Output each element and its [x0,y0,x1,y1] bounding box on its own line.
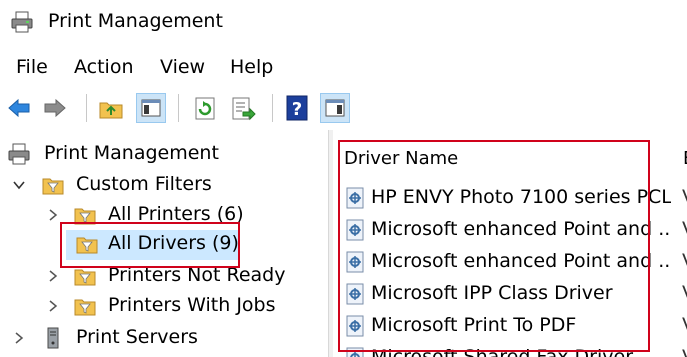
chevron-right-icon[interactable] [12,331,26,345]
show-hide-action-pane-icon [325,99,345,117]
column-header-next[interactable]: E [683,148,687,169]
next-column-cell: V [682,186,687,208]
driver-icon [346,315,364,337]
tree-item-printers-not-ready[interactable]: Printers Not Ready [0,262,325,292]
chevron-right-icon[interactable] [46,208,60,222]
refresh-button[interactable] [190,93,220,123]
list-item[interactable]: Microsoft Shared Fax Driver V [333,342,687,357]
forward-button[interactable] [40,93,70,123]
toolbar: ? [0,88,687,128]
forward-arrow-icon [44,98,66,118]
tree-item-print-management[interactable]: Print Management [0,140,325,170]
export-list-button[interactable] [228,93,258,123]
back-arrow-icon [8,98,30,118]
filter-folder-icon [42,178,64,195]
menu-file[interactable]: File [16,56,48,78]
filter-folder-icon [76,237,98,254]
help-icon: ? [286,95,308,121]
menu-bar: File Action View Help [0,52,687,82]
list-item[interactable]: Microsoft IPP Class Driver V [333,278,687,310]
list-item[interactable]: Microsoft Print To PDF V [333,310,687,342]
up-folder-icon [99,102,123,119]
filter-folder-icon [74,208,96,225]
export-list-icon [232,97,256,121]
chevron-right-icon[interactable] [46,269,60,283]
toolbar-separator [272,94,273,122]
list-item[interactable]: Microsoft enhanced Point and ... V [333,246,687,278]
list-column-header: Driver Name E [333,140,687,174]
list-item[interactable]: HP ENVY Photo 7100 series PCL... V [333,182,687,214]
driver-list: Driver Name E HP ENVY Photo 7100 series … [333,130,687,357]
help-button[interactable]: ? [282,93,312,123]
next-column-cell: V [682,282,687,304]
driver-icon [346,219,364,241]
driver-name: Microsoft enhanced Point and ... [371,218,671,240]
chevron-down-icon[interactable] [12,178,26,192]
column-header-driver-name[interactable]: Driver Name [344,148,458,169]
driver-icon [346,187,364,209]
tree-item-custom-filters[interactable]: Custom Filters [0,171,325,201]
tree-item-label: Print Servers [76,326,198,348]
tree-item-label: Printers With Jobs [108,294,276,316]
show-hide-action-pane-button[interactable] [320,93,350,123]
next-column-cell: V [682,250,687,272]
tree-item-all-drivers[interactable]: All Drivers (9) [66,230,240,260]
toolbar-separator [178,94,179,122]
refresh-icon [195,97,215,120]
filter-folder-icon [74,269,96,286]
driver-icon [346,283,364,305]
show-hide-console-tree-icon [141,99,161,117]
driver-icon [346,347,364,357]
list-item[interactable]: Microsoft enhanced Point and ... V [333,214,687,246]
tree-item-label: Custom Filters [76,173,212,195]
driver-icon [346,251,364,273]
filter-folder-icon [74,299,96,316]
print-management-app-icon [11,11,33,33]
console-tree: Print Management Custom Filters All Prin… [0,130,325,357]
next-column-cell: V [682,314,687,336]
back-button[interactable] [4,93,34,123]
chevron-right-icon[interactable] [46,299,60,313]
tree-item-printers-with-jobs[interactable]: Printers With Jobs [0,292,325,322]
tree-item-label: All Printers (6) [108,203,244,225]
up-one-level-button[interactable] [96,93,126,123]
menu-view[interactable]: View [160,56,205,78]
tree-item-print-servers[interactable]: Print Servers [0,324,325,354]
driver-name: Microsoft Shared Fax Driver [371,346,634,357]
server-icon [47,327,59,349]
title-bar: Print Management [0,0,687,44]
tree-item-label: Print Management [44,142,219,164]
svg-text:?: ? [292,99,302,120]
menu-help[interactable]: Help [230,56,273,78]
driver-name: Microsoft Print To PDF [371,314,577,336]
driver-name: HP ENVY Photo 7100 series PCL... [371,186,671,208]
tree-item-label: All Drivers (9) [108,232,239,254]
show-hide-console-tree-button[interactable] [136,93,166,123]
driver-name: Microsoft enhanced Point and ... [371,250,671,272]
tree-item-all-printers[interactable]: All Printers (6) [0,201,325,231]
next-column-cell: V [682,346,687,357]
next-column-cell: V [682,218,687,240]
driver-name: Microsoft IPP Class Driver [371,282,613,304]
window-title: Print Management [48,10,223,32]
toolbar-separator [86,94,87,122]
print-management-icon [8,143,30,165]
tree-item-label: Printers Not Ready [108,264,286,286]
menu-action[interactable]: Action [74,56,134,78]
